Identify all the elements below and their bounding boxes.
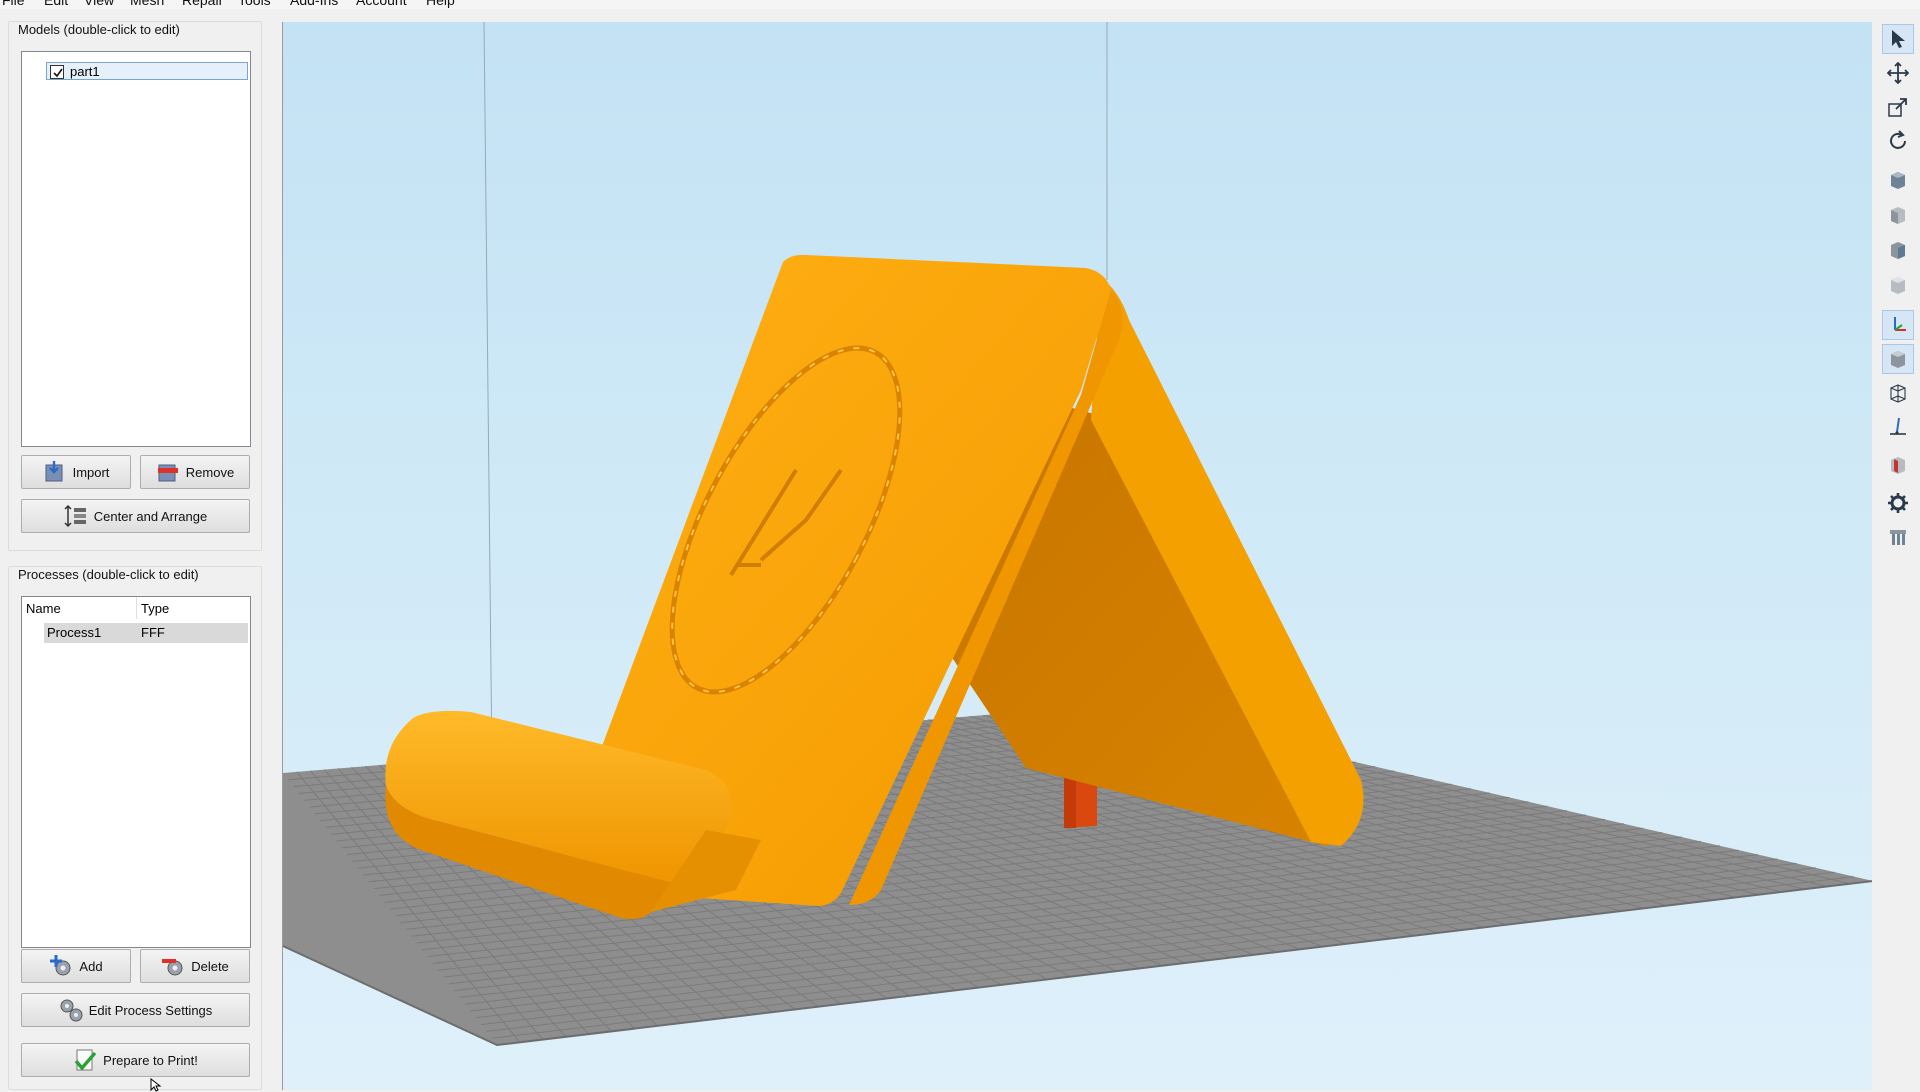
menu-file[interactable]: File xyxy=(2,0,25,8)
menu-mesh[interactable]: Mesh xyxy=(130,0,164,8)
solid-view-button[interactable] xyxy=(1882,344,1914,374)
column-type[interactable]: Type xyxy=(141,601,169,616)
wireframe-icon xyxy=(1890,384,1906,403)
move-icon xyxy=(1887,62,1909,84)
process-name: Process1 xyxy=(47,625,102,640)
menu-tools[interactable]: Tools xyxy=(238,0,271,8)
view-side-button[interactable] xyxy=(1882,235,1914,265)
wireframe-view-button[interactable] xyxy=(1882,378,1914,408)
view-back-icon xyxy=(1891,277,1905,294)
remove-icon xyxy=(156,460,180,484)
menu-help[interactable]: Help xyxy=(426,0,455,8)
axis-toggle-button[interactable] xyxy=(1882,310,1914,340)
right-toolbar xyxy=(1876,22,1920,1090)
delete-process-button[interactable]: Delete xyxy=(140,949,250,983)
menu-account[interactable]: Account xyxy=(356,0,407,8)
3d-viewport[interactable] xyxy=(282,22,1872,1090)
cross-section-button[interactable] xyxy=(1882,450,1914,480)
scale-icon xyxy=(1888,98,1907,117)
support-tool-button[interactable] xyxy=(1882,522,1914,552)
menu-add-ins[interactable]: Add-Ins xyxy=(290,0,338,8)
scene-canvas[interactable] xyxy=(283,22,1872,1090)
model-label: part1 xyxy=(70,64,100,79)
checkmark-icon xyxy=(53,68,63,78)
rotate-icon xyxy=(1890,130,1906,149)
processes-table[interactable]: Name Type Process1 FFF xyxy=(21,596,251,948)
remove-button[interactable]: Remove xyxy=(140,455,250,489)
view-front-button[interactable] xyxy=(1882,200,1914,230)
add-process-button[interactable]: Add xyxy=(21,949,131,983)
remove-label: Remove xyxy=(185,464,235,480)
solid-icon xyxy=(1891,351,1905,368)
measure-button[interactable] xyxy=(1882,412,1914,442)
process-type: FFF xyxy=(141,625,165,640)
import-icon xyxy=(43,460,67,484)
center-arrange-button[interactable]: Center and Arrange xyxy=(21,499,250,533)
models-list[interactable]: part1 xyxy=(21,51,251,447)
move-tool-button[interactable] xyxy=(1882,58,1914,88)
processes-title: Processes (double-click to edit) xyxy=(16,567,201,582)
menu-view[interactable]: View xyxy=(84,0,114,8)
model-visibility-checkbox[interactable] xyxy=(50,65,64,79)
prepare-label: Prepare to Print! xyxy=(103,1052,198,1068)
settings-gear-icon xyxy=(1888,493,1908,513)
view-side-icon xyxy=(1891,242,1905,259)
left-panel: Models (double-click to edit) part1 Impo… xyxy=(0,9,278,1090)
models-title: Models (double-click to edit) xyxy=(16,22,182,37)
edit-process-settings-button[interactable]: Edit Process Settings xyxy=(21,993,250,1027)
cross-section-icon xyxy=(1891,457,1905,474)
settings-button[interactable] xyxy=(1882,488,1914,518)
view-back-button[interactable] xyxy=(1882,270,1914,300)
check-document-icon xyxy=(73,1048,97,1072)
select-tool-button[interactable] xyxy=(1882,24,1914,54)
gears-icon xyxy=(59,998,83,1022)
support-icon xyxy=(1890,530,1906,545)
model-item-part1[interactable]: part1 xyxy=(46,62,248,80)
edit-settings-label: Edit Process Settings xyxy=(88,1002,213,1018)
menu-repair[interactable]: Repair xyxy=(182,0,223,8)
scale-tool-button[interactable] xyxy=(1882,92,1914,122)
ruler-icon xyxy=(1890,417,1906,435)
view-iso-icon xyxy=(1891,172,1905,189)
center-arrange-label: Center and Arrange xyxy=(93,508,208,524)
import-button[interactable]: Import xyxy=(21,455,131,489)
table-row[interactable]: Process1 FFF xyxy=(44,623,248,643)
select-icon xyxy=(1892,30,1905,48)
add-process-icon xyxy=(49,954,73,978)
view-front-icon xyxy=(1891,207,1905,224)
axis-icon xyxy=(1894,317,1906,331)
column-name[interactable]: Name xyxy=(26,601,61,616)
delete-process-icon xyxy=(161,954,185,978)
import-label: Import xyxy=(72,464,110,480)
menu-bar: File Edit View Mesh Repair Tools Add-Ins… xyxy=(0,0,1920,9)
column-divider xyxy=(136,597,137,619)
view-iso-button[interactable] xyxy=(1882,165,1914,195)
arrange-icon xyxy=(64,504,88,528)
prepare-to-print-button[interactable]: Prepare to Print! xyxy=(21,1043,250,1077)
menu-edit[interactable]: Edit xyxy=(44,0,68,8)
delete-label: Delete xyxy=(191,958,229,974)
processes-table-header: Name Type xyxy=(22,597,250,619)
rotate-tool-button[interactable] xyxy=(1882,126,1914,156)
add-label: Add xyxy=(79,958,103,974)
